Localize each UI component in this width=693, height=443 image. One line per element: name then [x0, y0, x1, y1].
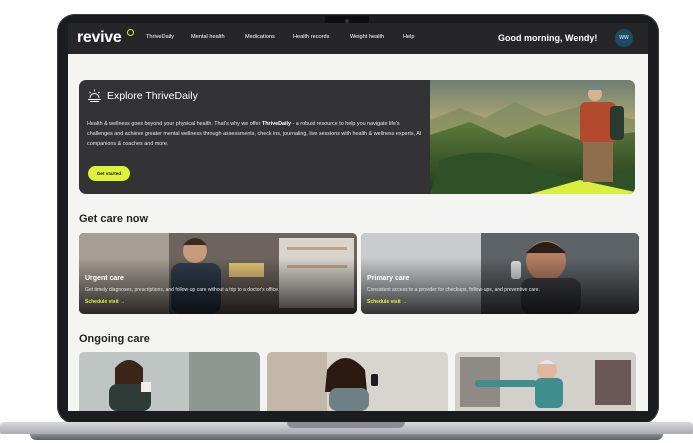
primary-care-description: Consistent access to a provider for chec…	[367, 287, 540, 293]
laptop-open-notch	[287, 422, 405, 428]
get-care-now-heading: Get care now	[79, 213, 149, 225]
nav-weight-health[interactable]: Weight health	[350, 34, 384, 40]
nav-medications[interactable]: Medications	[245, 34, 275, 40]
laptop-foot	[30, 434, 663, 440]
sunrise-icon	[88, 89, 101, 102]
revive-logo[interactable]: revive	[77, 29, 122, 47]
greeting-text: Good morning, Wendy!	[498, 33, 598, 43]
app-screen: revive ThriveDaily Mental health Medicat…	[68, 23, 648, 411]
banner-text-prefix: Health & wellness goes beyond your physi…	[87, 121, 262, 127]
banner-title: Explore ThriveDaily	[107, 90, 198, 102]
logo-mark-icon	[127, 29, 134, 36]
ongoing-care-photo-3[interactable]	[455, 352, 636, 411]
arrow-right-icon: →	[120, 299, 126, 305]
urgent-care-schedule-link[interactable]: Schedule visit →	[85, 299, 125, 305]
primary-care-title: Primary care	[367, 275, 410, 282]
banner-description: Health & wellness goes beyond your physi…	[87, 119, 425, 150]
arrow-right-icon: →	[402, 299, 408, 305]
urgent-care-schedule-label: Schedule visit	[85, 299, 119, 305]
urgent-care-description: Get timely diagnoses, prescriptions, and…	[85, 287, 280, 293]
urgent-care-card[interactable]: Urgent care Get timely diagnoses, prescr…	[79, 233, 357, 314]
nav-help[interactable]: Help	[403, 34, 415, 40]
primary-care-card[interactable]: Primary care Consistent access to a prov…	[361, 233, 639, 314]
nav-health-records[interactable]: Health records	[293, 34, 329, 40]
top-navigation: revive ThriveDaily Mental health Medicat…	[68, 23, 648, 54]
primary-care-schedule-link[interactable]: Schedule visit →	[367, 299, 407, 305]
get-started-button[interactable]: Get started	[88, 166, 130, 181]
ongoing-care-heading: Ongoing care	[79, 333, 150, 345]
banner-text-emphasis: ThriveDaily	[261, 121, 291, 127]
urgent-care-title: Urgent care	[85, 275, 124, 282]
user-avatar[interactable]: WW	[615, 29, 633, 47]
nav-mental-health[interactable]: Mental health	[191, 34, 225, 40]
nav-thrivedaily[interactable]: ThriveDaily	[146, 34, 174, 40]
hiker-mountain-photo	[430, 80, 635, 194]
thrivedaily-banner: Explore ThriveDaily Health & wellness go…	[79, 80, 635, 194]
ongoing-care-photo-1[interactable]	[79, 352, 260, 411]
laptop-base	[0, 422, 693, 443]
ongoing-care-photo-2[interactable]	[267, 352, 448, 411]
primary-care-schedule-label: Schedule visit	[367, 299, 401, 305]
